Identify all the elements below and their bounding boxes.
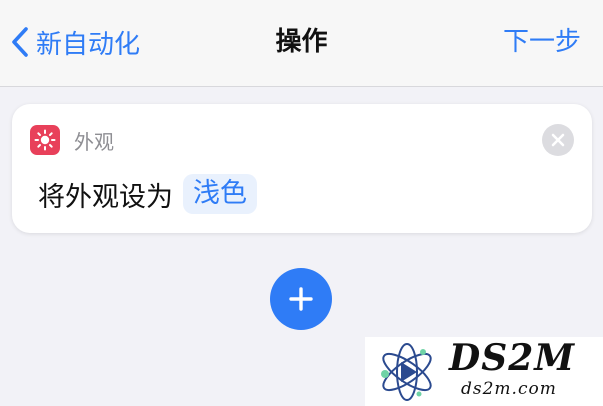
watermark-brand: DS2M [449,337,576,379]
sun-icon [30,125,60,155]
close-icon [551,133,565,147]
appearance-parameter-token[interactable]: 浅色 [183,174,257,214]
add-action-button[interactable] [270,268,332,330]
action-sentence: 将外观设为 浅色 [38,174,257,214]
action-card[interactable]: 外观 将外观设为 浅色 [12,104,592,233]
shortcuts-automation-screen: 新自动化 操作 下一步 外观 将外观设为 浅色 DS2M ds2m.com [0,0,603,406]
next-button[interactable]: 下一步 [503,22,581,62]
watermark-url: ds2m.com [461,379,557,399]
watermark: DS2M ds2m.com [365,337,603,406]
action-card-header: 外观 [30,124,114,156]
navigation-bar: 新自动化 操作 下一步 [0,0,603,87]
plus-icon [289,287,313,311]
action-text: 将外观设为 [38,181,173,213]
action-app-name: 外观 [74,129,114,154]
atom-logo-icon [381,343,432,401]
remove-action-button[interactable] [542,124,574,156]
